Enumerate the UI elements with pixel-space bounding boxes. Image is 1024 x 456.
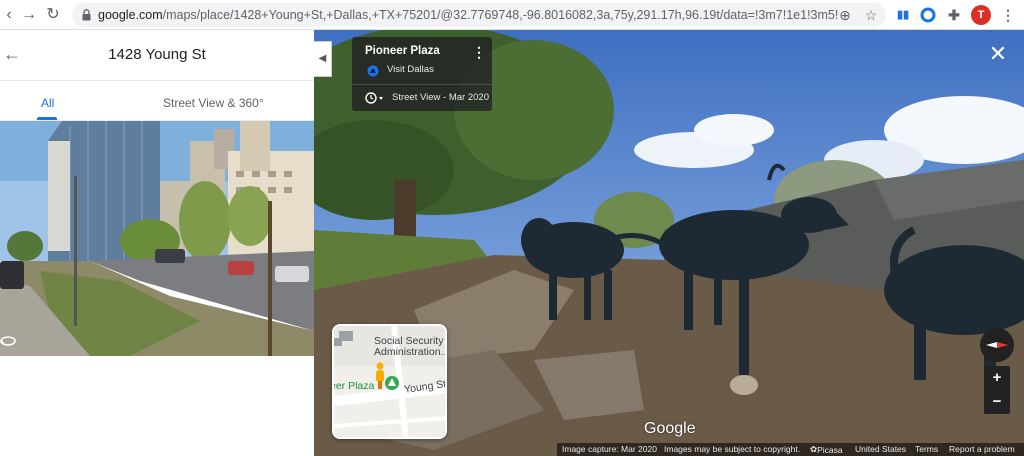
collapse-panel-button[interactable]: ◀ (314, 41, 332, 77)
photo-source[interactable]: Visit Dallas (387, 64, 434, 75)
back-icon[interactable]: ‹ (0, 6, 18, 24)
address-bar[interactable]: google.com/maps/place/1428+Young+St,+Dal… (72, 3, 886, 27)
picasa-link[interactable]: ✿ Picasa (810, 444, 843, 455)
star-icon[interactable]: ☆ (863, 7, 879, 23)
reload-icon[interactable]: ↻ (44, 6, 62, 24)
terms-link[interactable]: Terms (915, 444, 938, 454)
extensions-puzzle-icon[interactable]: ✚ (944, 5, 964, 25)
zoom-out-button[interactable]: − (984, 390, 1010, 414)
history-clock-icon[interactable] (364, 91, 386, 105)
place-info-card: Pioneer Plaza ⋮ Visit Dallas Street View… (352, 37, 492, 111)
minimap-plaza-label: eer Plaza (332, 380, 375, 392)
left-panel: ← 1428 Young St All Street View & 360° (0, 30, 314, 456)
photo-source-icon (367, 65, 379, 77)
more-options-icon[interactable]: ⋮ (472, 44, 486, 60)
minimap-poi-label: Social Security Administration... (374, 335, 447, 358)
info-divider (352, 84, 492, 85)
street-view-pano[interactable]: ◀ Pioneer Plaza ⋮ Visit Dallas Street Vi… (314, 30, 1024, 456)
forward-icon[interactable]: → (20, 6, 38, 24)
header-divider (0, 80, 314, 81)
compass-icon[interactable] (980, 328, 1014, 362)
zoom-control: + − (984, 366, 1010, 414)
extension-bar-chart-icon[interactable]: ▮▮ (893, 5, 913, 25)
minimap[interactable]: Social Security Administration... eer Pl… (332, 324, 447, 439)
attribution-footer: Image capture: Mar 2020 Images may be su… (557, 443, 1024, 456)
zoom-in-icon[interactable]: ⊕ (837, 7, 853, 23)
tab-all[interactable]: All (41, 96, 54, 110)
close-icon[interactable]: ✕ (988, 43, 1008, 65)
url-text: google.com/maps/place/1428+Young+St,+Dal… (98, 8, 838, 22)
pegman-icon (376, 362, 384, 389)
report-problem-link[interactable]: Report a problem (949, 444, 1015, 454)
google-logo: Google (644, 420, 696, 437)
place-title: 1428 Young St (108, 46, 206, 63)
lock-icon (82, 9, 91, 21)
image-capture-text: Image capture: Mar 2020 (562, 444, 657, 454)
capture-date-menu[interactable]: Street View - Mar 2020 (392, 92, 489, 103)
360-view-icon[interactable] (0, 332, 20, 348)
street-photo-thumbnail[interactable] (0, 121, 314, 356)
copyright-text: Images may be subject to copyright. (664, 444, 801, 454)
country-link[interactable]: United States (855, 444, 906, 454)
extension-circle-icon[interactable] (918, 5, 938, 25)
place-name[interactable]: Pioneer Plaza (365, 45, 440, 57)
browser-toolbar: ‹ → ↻ google.com/maps/place/1428+Young+S… (0, 0, 1024, 30)
profile-avatar[interactable]: T (971, 5, 991, 25)
menu-dots-icon[interactable]: ⋮ (998, 5, 1018, 25)
zoom-in-button[interactable]: + (984, 366, 1010, 390)
tab-street-view[interactable]: Street View & 360° (163, 96, 264, 110)
